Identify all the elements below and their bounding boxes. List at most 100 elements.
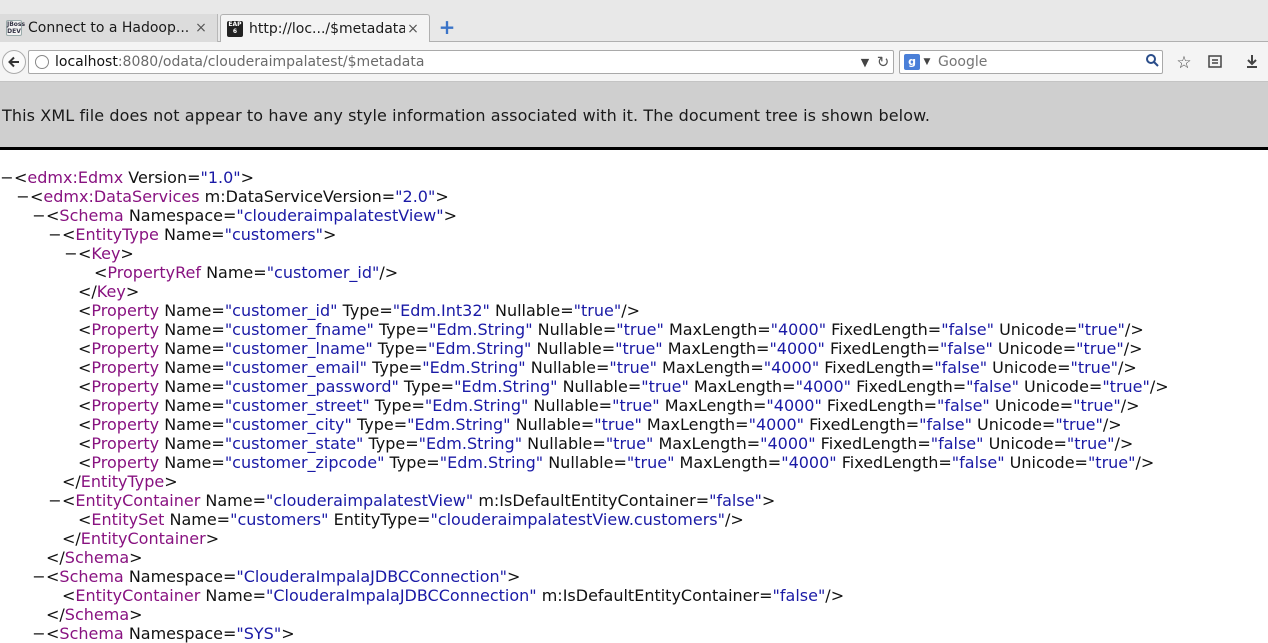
download-icon[interactable] bbox=[1242, 53, 1262, 73]
xml-attr-name: Nullable= bbox=[557, 377, 642, 396]
xml-line: <EntitySet Name="customers" EntityType="… bbox=[64, 510, 744, 529]
xml-attr-value: "false" bbox=[934, 358, 988, 377]
xml-tag-name: Schema bbox=[64, 548, 130, 567]
xml-tag-name: EntityContainer bbox=[80, 529, 206, 548]
close-tab-icon[interactable]: × bbox=[405, 21, 421, 37]
jboss-dev-icon: JBoss DEV bbox=[6, 20, 26, 36]
xml-bracket: < bbox=[78, 377, 92, 396]
new-tab-button[interactable]: + bbox=[438, 17, 456, 37]
xml-attr-value: "Edm.Int32" bbox=[392, 301, 490, 320]
xml-attr-value: "customer_id" bbox=[266, 263, 380, 282]
xml-attr-name: FixedLength= bbox=[819, 358, 935, 377]
xml-attr-name: FixedLength= bbox=[826, 320, 942, 339]
xml-bracket: /> bbox=[621, 301, 640, 320]
search-input[interactable] bbox=[934, 54, 1142, 70]
xml-attr-name: Unicode= bbox=[983, 434, 1067, 453]
xml-tag-name: Property bbox=[91, 377, 160, 396]
xml-attr-value: "clouderaimpalatestView" bbox=[266, 491, 474, 510]
tab-metadata[interactable]: EAP 6 http://loc.../$metadata × bbox=[220, 14, 430, 43]
xml-attr-name: Nullable= bbox=[525, 358, 610, 377]
xml-bracket: > bbox=[322, 225, 337, 244]
xml-attr-name: Name= bbox=[159, 320, 225, 339]
url-path: :8080/odata/clouderaimpalatest/$metadata bbox=[117, 54, 425, 70]
collapse-toggle-icon[interactable]: − bbox=[16, 187, 30, 206]
xml-attr-name: MaxLength= bbox=[662, 339, 770, 358]
xml-bracket: < bbox=[62, 225, 76, 244]
xml-bracket: /> bbox=[1120, 396, 1140, 415]
url-bar[interactable]: localhost:8080/odata/clouderaimpalatest/… bbox=[28, 50, 894, 74]
collapse-toggle-icon[interactable]: − bbox=[32, 567, 46, 586]
xml-attr-value: "4000" bbox=[770, 320, 827, 339]
xml-bracket: < bbox=[78, 453, 92, 472]
bookmark-star-icon[interactable]: ☆ bbox=[1174, 53, 1194, 73]
xml-attr-value: "4000" bbox=[795, 377, 852, 396]
xml-attr-name: Unicode= bbox=[989, 396, 1074, 415]
xml-attr-name: Unicode= bbox=[993, 320, 1078, 339]
collapse-toggle-icon[interactable]: − bbox=[0, 168, 14, 187]
xml-tag-name: EntityType bbox=[75, 225, 159, 244]
xml-line: <EntityContainer Name="ClouderaImpalaJDB… bbox=[48, 586, 844, 605]
xml-bracket: < bbox=[78, 415, 92, 434]
xml-attr-name: Nullable= bbox=[543, 453, 627, 472]
xml-bracket: </ bbox=[78, 282, 97, 301]
collapse-toggle-icon[interactable]: − bbox=[64, 244, 78, 263]
xml-attr-name: Nullable= bbox=[531, 339, 616, 358]
xml-attr-value: "clouderaimpalatestView" bbox=[236, 206, 444, 225]
xml-line: <Property Name="customer_state" Type="Ed… bbox=[64, 434, 1133, 453]
xml-attr-name: Unicode= bbox=[1004, 453, 1088, 472]
xml-attr-name: Name= bbox=[159, 301, 225, 320]
xml-tag-name: Property bbox=[91, 339, 160, 358]
collapse-toggle-icon[interactable]: − bbox=[32, 624, 46, 643]
xml-line: −<Schema Namespace="ClouderaImpalaJDBCCo… bbox=[32, 567, 520, 586]
xml-line: </Key> bbox=[64, 282, 139, 301]
xml-attr-name: MaxLength= bbox=[653, 434, 761, 453]
xml-attr-value: "4000" bbox=[763, 358, 820, 377]
xml-tag-name: Property bbox=[91, 301, 160, 320]
xml-attr-value: "false" bbox=[940, 339, 993, 358]
xml-tag-name: Key bbox=[96, 282, 126, 301]
xml-attr-value: "customer_city" bbox=[224, 415, 352, 434]
collapse-toggle-icon[interactable]: − bbox=[48, 225, 62, 244]
back-arrow-icon bbox=[8, 56, 19, 68]
xml-bracket: < bbox=[78, 510, 92, 529]
xml-attr-value: "customer_zipcode" bbox=[224, 453, 385, 472]
search-bar[interactable]: g ▼ bbox=[899, 50, 1163, 74]
tab-hadoop[interactable]: JBoss DEV Connect to a Hadoop... × bbox=[0, 14, 218, 42]
xml-tag-name: Schema bbox=[59, 206, 124, 225]
xml-attr-name: Name= bbox=[159, 396, 225, 415]
chevron-down-icon[interactable]: ▼ bbox=[920, 57, 934, 67]
xml-attr-name: MaxLength= bbox=[656, 358, 764, 377]
xml-line: <Property Name="customer_lname" Type="Ed… bbox=[64, 339, 1143, 358]
google-icon[interactable]: g bbox=[904, 54, 920, 70]
xml-attr-name: Version= bbox=[123, 168, 201, 187]
collapse-toggle-icon[interactable]: − bbox=[32, 206, 46, 225]
xml-attr-value: "4000" bbox=[748, 415, 805, 434]
xml-attr-value: "true" bbox=[594, 415, 642, 434]
xml-bracket: </ bbox=[62, 529, 81, 548]
back-button[interactable] bbox=[2, 50, 26, 74]
xml-bracket: /> bbox=[1102, 415, 1122, 434]
xml-attr-name: Namespace= bbox=[123, 567, 237, 586]
xml-line: −<edmx:DataServices m:DataServiceVersion… bbox=[16, 187, 448, 206]
bookmarks-list-icon[interactable] bbox=[1205, 53, 1225, 73]
xml-bracket: /> bbox=[1123, 339, 1143, 358]
xml-attr-value: "false" bbox=[951, 453, 1005, 472]
xml-attr-name: FixedLength= bbox=[815, 434, 931, 453]
xml-bracket: < bbox=[78, 339, 92, 358]
collapse-toggle-icon[interactable]: − bbox=[48, 491, 62, 510]
close-tab-icon[interactable]: × bbox=[193, 20, 209, 36]
xml-attr-value: "true" bbox=[605, 434, 654, 453]
xml-attr-value: "true" bbox=[1070, 358, 1119, 377]
xml-bracket: > bbox=[129, 548, 143, 567]
xml-attr-value: "true" bbox=[1066, 434, 1115, 453]
xml-attr-value: "true" bbox=[1076, 339, 1124, 358]
xml-attr-name: MaxLength= bbox=[688, 377, 796, 396]
xml-attr-value: "4000" bbox=[781, 453, 837, 472]
chevron-down-icon[interactable]: ▼ bbox=[857, 56, 873, 69]
reload-icon[interactable]: ↻ bbox=[873, 53, 893, 71]
xml-tag-name: Schema bbox=[64, 605, 130, 624]
search-icon[interactable] bbox=[1142, 53, 1162, 71]
xml-attr-name: Name= bbox=[159, 415, 225, 434]
xml-attr-name: Name= bbox=[159, 339, 225, 358]
xml-attr-name: m:DataServiceVersion= bbox=[199, 187, 396, 206]
